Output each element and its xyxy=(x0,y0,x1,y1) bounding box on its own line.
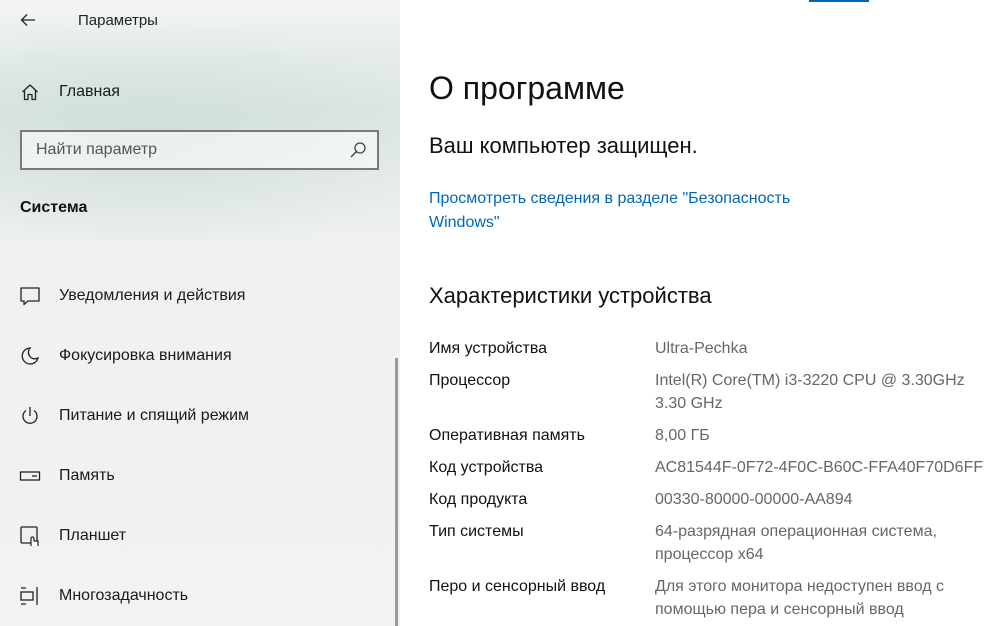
sidebar-item-notifications[interactable]: Уведомления и действия xyxy=(0,266,400,326)
title-bar: Параметры xyxy=(0,0,400,40)
spec-label: Имя устройства xyxy=(429,340,548,357)
sidebar-item-label: Многозадачность xyxy=(59,587,189,604)
spec-value: Ultra-Pechka xyxy=(655,340,748,357)
sidebar: Параметры Главная Система Уведомления и … xyxy=(0,0,400,626)
spec-row: Имя устройства Ultra-Pechka xyxy=(429,337,997,360)
multitasking-icon xyxy=(19,585,41,607)
spec-label: Процессор xyxy=(429,372,511,389)
spec-value: 8,00 ГБ xyxy=(655,427,710,444)
section-title: Система xyxy=(20,199,88,216)
spec-label: Код устройства xyxy=(429,459,544,476)
spec-value: Для этого монитора недоступен ввод с пом… xyxy=(655,578,945,618)
sidebar-item-label: Главная xyxy=(59,83,120,100)
spec-value: 00330-80000-00000-AA894 xyxy=(655,491,853,508)
spec-label: Код продукта xyxy=(429,491,528,508)
protection-status: Ваш компьютер защищен. xyxy=(429,133,698,158)
moon-icon xyxy=(19,345,41,367)
sidebar-scrollbar[interactable] xyxy=(395,358,398,626)
sidebar-item-label: Память xyxy=(59,467,115,484)
sidebar-item-focus-assist[interactable]: Фокусировка внимания xyxy=(0,326,400,386)
search-input[interactable] xyxy=(36,141,336,159)
spec-label: Перо и сенсорный ввод xyxy=(429,578,606,595)
spec-label: Оперативная память xyxy=(429,427,585,444)
sidebar-item-tablet[interactable]: Планшет xyxy=(0,506,400,566)
search-field[interactable] xyxy=(20,130,379,170)
spec-row: Перо и сенсорный ввод Для этого монитора… xyxy=(429,575,997,621)
sidebar-nav: Уведомления и действия Фокусировка внима… xyxy=(0,266,400,626)
back-button[interactable] xyxy=(0,0,56,40)
sidebar-item-label: Питание и спящий режим xyxy=(59,407,250,424)
spec-value: 64-разрядная операционная система, проце… xyxy=(655,523,937,563)
spec-value: Intel(R) Core(TM) i3-3220 CPU @ 3.30GHz … xyxy=(655,372,965,412)
main-content: О программе Ваш компьютер защищен. Просм… xyxy=(400,0,997,626)
storage-icon xyxy=(19,465,41,487)
tablet-icon xyxy=(19,525,41,547)
spec-row: Оперативная память 8,00 ГБ xyxy=(429,424,997,447)
spec-row: Тип системы 64-разрядная операционная си… xyxy=(429,520,997,566)
sidebar-item-label: Уведомления и действия xyxy=(59,287,246,304)
spec-row: Код устройства AC81544F-0F72-4F0C-B60C-F… xyxy=(429,456,997,479)
sidebar-item-label: Фокусировка внимания xyxy=(59,347,232,364)
sidebar-item-power-sleep[interactable]: Питание и спящий режим xyxy=(0,386,400,446)
page-title: О программе xyxy=(429,70,625,106)
device-specs-heading: Характеристики устройства xyxy=(429,283,712,308)
spec-row: Процессор Intel(R) Core(TM) i3-3220 CPU … xyxy=(429,369,997,415)
sidebar-item-label: Планшет xyxy=(59,527,127,544)
spec-label: Тип системы xyxy=(429,523,524,540)
search-icon[interactable] xyxy=(349,141,367,159)
power-icon xyxy=(19,405,41,427)
device-specs-table: Имя устройства Ultra-Pechka Процессор In… xyxy=(429,337,997,626)
spec-value: AC81544F-0F72-4F0C-B60C-FFA40F70D6FF xyxy=(655,459,984,476)
home-icon xyxy=(22,84,38,101)
title-bar-accent xyxy=(809,0,869,2)
sidebar-item-home[interactable]: Главная xyxy=(0,70,400,114)
sidebar-item-multitasking[interactable]: Многозадачность xyxy=(0,566,400,626)
security-details-link[interactable]: Просмотреть сведения в разделе "Безопасн… xyxy=(429,187,849,235)
notification-icon xyxy=(19,285,41,307)
sidebar-item-storage[interactable]: Память xyxy=(0,446,400,506)
spec-row: Код продукта 00330-80000-00000-AA894 xyxy=(429,488,997,511)
app-title: Параметры xyxy=(78,11,158,29)
back-arrow-icon xyxy=(20,14,35,26)
